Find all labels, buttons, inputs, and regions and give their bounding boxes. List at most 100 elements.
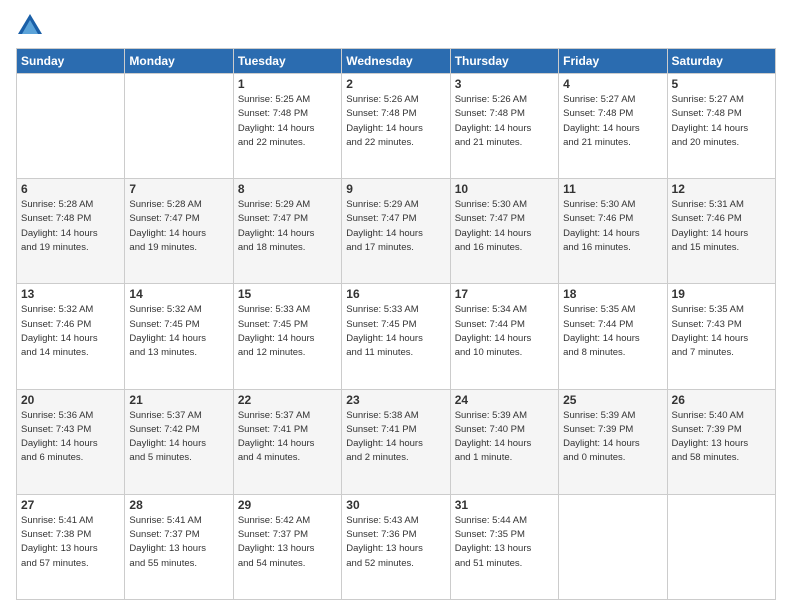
day-info: Sunrise: 5:25 AM Sunset: 7:48 PM Dayligh…: [238, 93, 337, 150]
day-number: 22: [238, 393, 337, 407]
day-info: Sunrise: 5:29 AM Sunset: 7:47 PM Dayligh…: [346, 198, 445, 255]
calendar-cell: 14 Sunrise: 5:32 AM Sunset: 7:45 PM Dayli…: [125, 284, 233, 389]
day-info: Sunrise: 5:26 AM Sunset: 7:48 PM Dayligh…: [346, 93, 445, 150]
calendar-cell: 24 Sunrise: 5:39 AM Sunset: 7:40 PM Dayli…: [450, 389, 558, 494]
day-info: Sunrise: 5:44 AM Sunset: 7:35 PM Dayligh…: [455, 514, 554, 571]
calendar-cell: 27 Sunrise: 5:41 AM Sunset: 7:38 PM Dayli…: [17, 494, 125, 599]
day-number: 19: [672, 287, 771, 301]
day-number: 6: [21, 182, 120, 196]
calendar-week-5: 27 Sunrise: 5:41 AM Sunset: 7:38 PM Dayli…: [17, 494, 776, 599]
day-info: Sunrise: 5:29 AM Sunset: 7:47 PM Dayligh…: [238, 198, 337, 255]
day-info: Sunrise: 5:32 AM Sunset: 7:45 PM Dayligh…: [129, 303, 228, 360]
calendar-week-4: 20Sunrise: 5:36 AM Sunset: 7:43 PM Dayli…: [17, 389, 776, 494]
day-number: 3: [455, 77, 554, 91]
day-info: Sunrise: 5:42 AM Sunset: 7:37 PM Dayligh…: [238, 514, 337, 571]
header: [16, 12, 776, 40]
day-info: Sunrise: 5:27 AM Sunset: 7:48 PM Dayligh…: [563, 93, 662, 150]
calendar-cell: 1 Sunrise: 5:25 AM Sunset: 7:48 PM Daylig…: [233, 74, 341, 179]
calendar-cell: 28 Sunrise: 5:41 AM Sunset: 7:37 PM Dayli…: [125, 494, 233, 599]
calendar-cell: 7 Sunrise: 5:28 AM Sunset: 7:47 PM Daylig…: [125, 179, 233, 284]
calendar-cell: 15 Sunrise: 5:33 AM Sunset: 7:45 PM Dayli…: [233, 284, 341, 389]
calendar-cell: 11Sunrise: 5:30 AM Sunset: 7:46 PM Dayli…: [559, 179, 667, 284]
calendar-cell: 9Sunrise: 5:29 AM Sunset: 7:47 PM Daylig…: [342, 179, 450, 284]
calendar-cell: 4 Sunrise: 5:27 AM Sunset: 7:48 PM Daylig…: [559, 74, 667, 179]
calendar: SundayMondayTuesdayWednesdayThursdayFrid…: [16, 48, 776, 600]
day-header-thursday: Thursday: [450, 49, 558, 74]
day-info: Sunrise: 5:30 AM Sunset: 7:47 PM Dayligh…: [455, 198, 554, 255]
day-number: 1: [238, 77, 337, 91]
day-number: 20: [21, 393, 120, 407]
calendar-cell: 26 Sunrise: 5:40 AM Sunset: 7:39 PM Dayli…: [667, 389, 775, 494]
calendar-cell: 20Sunrise: 5:36 AM Sunset: 7:43 PM Dayli…: [17, 389, 125, 494]
day-number: 14: [129, 287, 228, 301]
calendar-cell: 13Sunrise: 5:32 AM Sunset: 7:46 PM Dayli…: [17, 284, 125, 389]
calendar-cell: [125, 74, 233, 179]
calendar-cell: 17 Sunrise: 5:34 AM Sunset: 7:44 PM Dayli…: [450, 284, 558, 389]
calendar-cell: 21Sunrise: 5:37 AM Sunset: 7:42 PM Dayli…: [125, 389, 233, 494]
day-number: 15: [238, 287, 337, 301]
day-number: 27: [21, 498, 120, 512]
calendar-cell: 2 Sunrise: 5:26 AM Sunset: 7:48 PM Daylig…: [342, 74, 450, 179]
day-number: 17: [455, 287, 554, 301]
day-header-monday: Monday: [125, 49, 233, 74]
calendar-cell: 12 Sunrise: 5:31 AM Sunset: 7:46 PM Dayli…: [667, 179, 775, 284]
day-info: Sunrise: 5:33 AM Sunset: 7:45 PM Dayligh…: [238, 303, 337, 360]
calendar-cell: 23 Sunrise: 5:38 AM Sunset: 7:41 PM Dayli…: [342, 389, 450, 494]
day-header-sunday: Sunday: [17, 49, 125, 74]
day-info: Sunrise: 5:28 AM Sunset: 7:48 PM Dayligh…: [21, 198, 120, 255]
day-info: Sunrise: 5:31 AM Sunset: 7:46 PM Dayligh…: [672, 198, 771, 255]
calendar-cell: [17, 74, 125, 179]
day-number: 31: [455, 498, 554, 512]
day-info: Sunrise: 5:35 AM Sunset: 7:44 PM Dayligh…: [563, 303, 662, 360]
day-info: Sunrise: 5:40 AM Sunset: 7:39 PM Dayligh…: [672, 409, 771, 466]
day-number: 12: [672, 182, 771, 196]
day-number: 8: [238, 182, 337, 196]
day-header-saturday: Saturday: [667, 49, 775, 74]
calendar-cell: 8 Sunrise: 5:29 AM Sunset: 7:47 PM Daylig…: [233, 179, 341, 284]
calendar-cell: 25 Sunrise: 5:39 AM Sunset: 7:39 PM Dayli…: [559, 389, 667, 494]
logo: [16, 12, 48, 40]
calendar-cell: 18 Sunrise: 5:35 AM Sunset: 7:44 PM Dayli…: [559, 284, 667, 389]
day-info: Sunrise: 5:41 AM Sunset: 7:38 PM Dayligh…: [21, 514, 120, 571]
day-info: Sunrise: 5:35 AM Sunset: 7:43 PM Dayligh…: [672, 303, 771, 360]
day-info: Sunrise: 5:37 AM Sunset: 7:42 PM Dayligh…: [129, 409, 228, 466]
day-info: Sunrise: 5:39 AM Sunset: 7:40 PM Dayligh…: [455, 409, 554, 466]
calendar-week-1: 1 Sunrise: 5:25 AM Sunset: 7:48 PM Daylig…: [17, 74, 776, 179]
day-number: 26: [672, 393, 771, 407]
calendar-cell: 3 Sunrise: 5:26 AM Sunset: 7:48 PM Daylig…: [450, 74, 558, 179]
logo-icon: [16, 12, 44, 40]
day-number: 7: [129, 182, 228, 196]
day-header-wednesday: Wednesday: [342, 49, 450, 74]
calendar-cell: 29 Sunrise: 5:42 AM Sunset: 7:37 PM Dayli…: [233, 494, 341, 599]
day-info: Sunrise: 5:27 AM Sunset: 7:48 PM Dayligh…: [672, 93, 771, 150]
day-number: 2: [346, 77, 445, 91]
day-info: Sunrise: 5:38 AM Sunset: 7:41 PM Dayligh…: [346, 409, 445, 466]
day-header-tuesday: Tuesday: [233, 49, 341, 74]
calendar-cell: 16Sunrise: 5:33 AM Sunset: 7:45 PM Dayli…: [342, 284, 450, 389]
calendar-cell: 6 Sunrise: 5:28 AM Sunset: 7:48 PM Daylig…: [17, 179, 125, 284]
day-number: 24: [455, 393, 554, 407]
page: SundayMondayTuesdayWednesdayThursdayFrid…: [0, 0, 792, 612]
day-info: Sunrise: 5:32 AM Sunset: 7:46 PM Dayligh…: [21, 303, 120, 360]
day-info: Sunrise: 5:33 AM Sunset: 7:45 PM Dayligh…: [346, 303, 445, 360]
calendar-cell: [559, 494, 667, 599]
day-number: 4: [563, 77, 662, 91]
day-number: 29: [238, 498, 337, 512]
day-info: Sunrise: 5:39 AM Sunset: 7:39 PM Dayligh…: [563, 409, 662, 466]
day-info: Sunrise: 5:28 AM Sunset: 7:47 PM Dayligh…: [129, 198, 228, 255]
calendar-header-row: SundayMondayTuesdayWednesdayThursdayFrid…: [17, 49, 776, 74]
day-number: 18: [563, 287, 662, 301]
day-info: Sunrise: 5:26 AM Sunset: 7:48 PM Dayligh…: [455, 93, 554, 150]
day-info: Sunrise: 5:30 AM Sunset: 7:46 PM Dayligh…: [563, 198, 662, 255]
day-number: 23: [346, 393, 445, 407]
day-info: Sunrise: 5:34 AM Sunset: 7:44 PM Dayligh…: [455, 303, 554, 360]
calendar-cell: 31 Sunrise: 5:44 AM Sunset: 7:35 PM Dayli…: [450, 494, 558, 599]
calendar-cell: [667, 494, 775, 599]
calendar-cell: 19 Sunrise: 5:35 AM Sunset: 7:43 PM Dayli…: [667, 284, 775, 389]
day-info: Sunrise: 5:41 AM Sunset: 7:37 PM Dayligh…: [129, 514, 228, 571]
calendar-cell: 5Sunrise: 5:27 AM Sunset: 7:48 PM Daylig…: [667, 74, 775, 179]
day-number: 25: [563, 393, 662, 407]
calendar-cell: 22Sunrise: 5:37 AM Sunset: 7:41 PM Dayli…: [233, 389, 341, 494]
calendar-week-2: 6 Sunrise: 5:28 AM Sunset: 7:48 PM Daylig…: [17, 179, 776, 284]
day-number: 28: [129, 498, 228, 512]
